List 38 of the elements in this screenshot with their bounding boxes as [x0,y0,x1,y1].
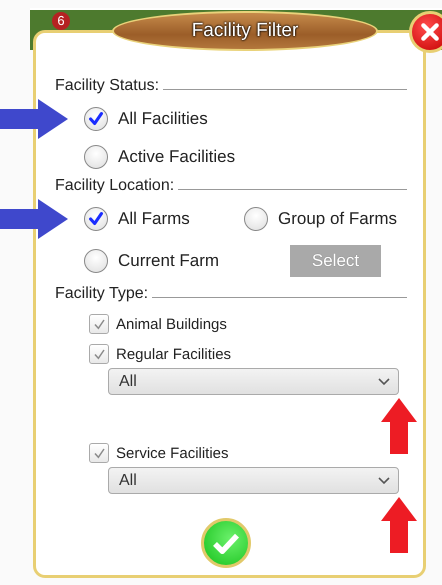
checkbox-option[interactable]: Animal Buildings [89,314,227,334]
radio-option[interactable]: All Facilities [84,107,407,131]
chevron-down-icon [378,378,390,386]
confirm-button[interactable] [201,518,251,568]
option-label: Animal Buildings [116,316,227,332]
checkbox[interactable] [89,344,109,364]
section-heading: Facility Location: [55,177,174,195]
radio-button[interactable] [244,207,268,231]
radio-button[interactable] [84,249,108,273]
radio-button[interactable] [84,207,108,231]
section-heading: Facility Status: [55,77,160,95]
radio-option[interactable]: Current Farm [84,249,220,273]
option-label: Active Facilities [118,147,236,167]
chevron-down-icon [378,476,390,484]
checkmark-icon [212,532,240,554]
checkmark-icon [87,110,105,128]
radio-button[interactable] [84,107,108,131]
checkbox-option[interactable]: Service Facilities [89,443,229,463]
option-label: All Farms [118,209,190,229]
dropdown-field[interactable]: All [108,467,399,494]
section-heading: Facility Type: [55,285,148,303]
option-label: Group of Farms [278,209,398,229]
checkbox[interactable] [89,443,109,463]
option-label: Service Facilities [116,444,229,462]
close-button[interactable] [409,11,442,53]
radio-button[interactable] [84,145,108,169]
radio-option[interactable]: Group of Farms [244,207,398,231]
radio-option[interactable]: All Farms [84,207,190,231]
checkbox[interactable] [89,314,109,334]
option-label: Regular Facilities [116,346,232,362]
radio-option[interactable]: Active Facilities [84,145,407,169]
option-label: All Facilities [118,109,208,129]
count-badge: 6 [52,12,70,30]
close-icon [419,21,441,43]
checkmark-icon [87,210,105,228]
dropdown-field[interactable]: All [108,368,399,395]
checkbox-option[interactable]: Regular Facilities [89,344,232,364]
option-label: Current Farm [118,251,220,271]
